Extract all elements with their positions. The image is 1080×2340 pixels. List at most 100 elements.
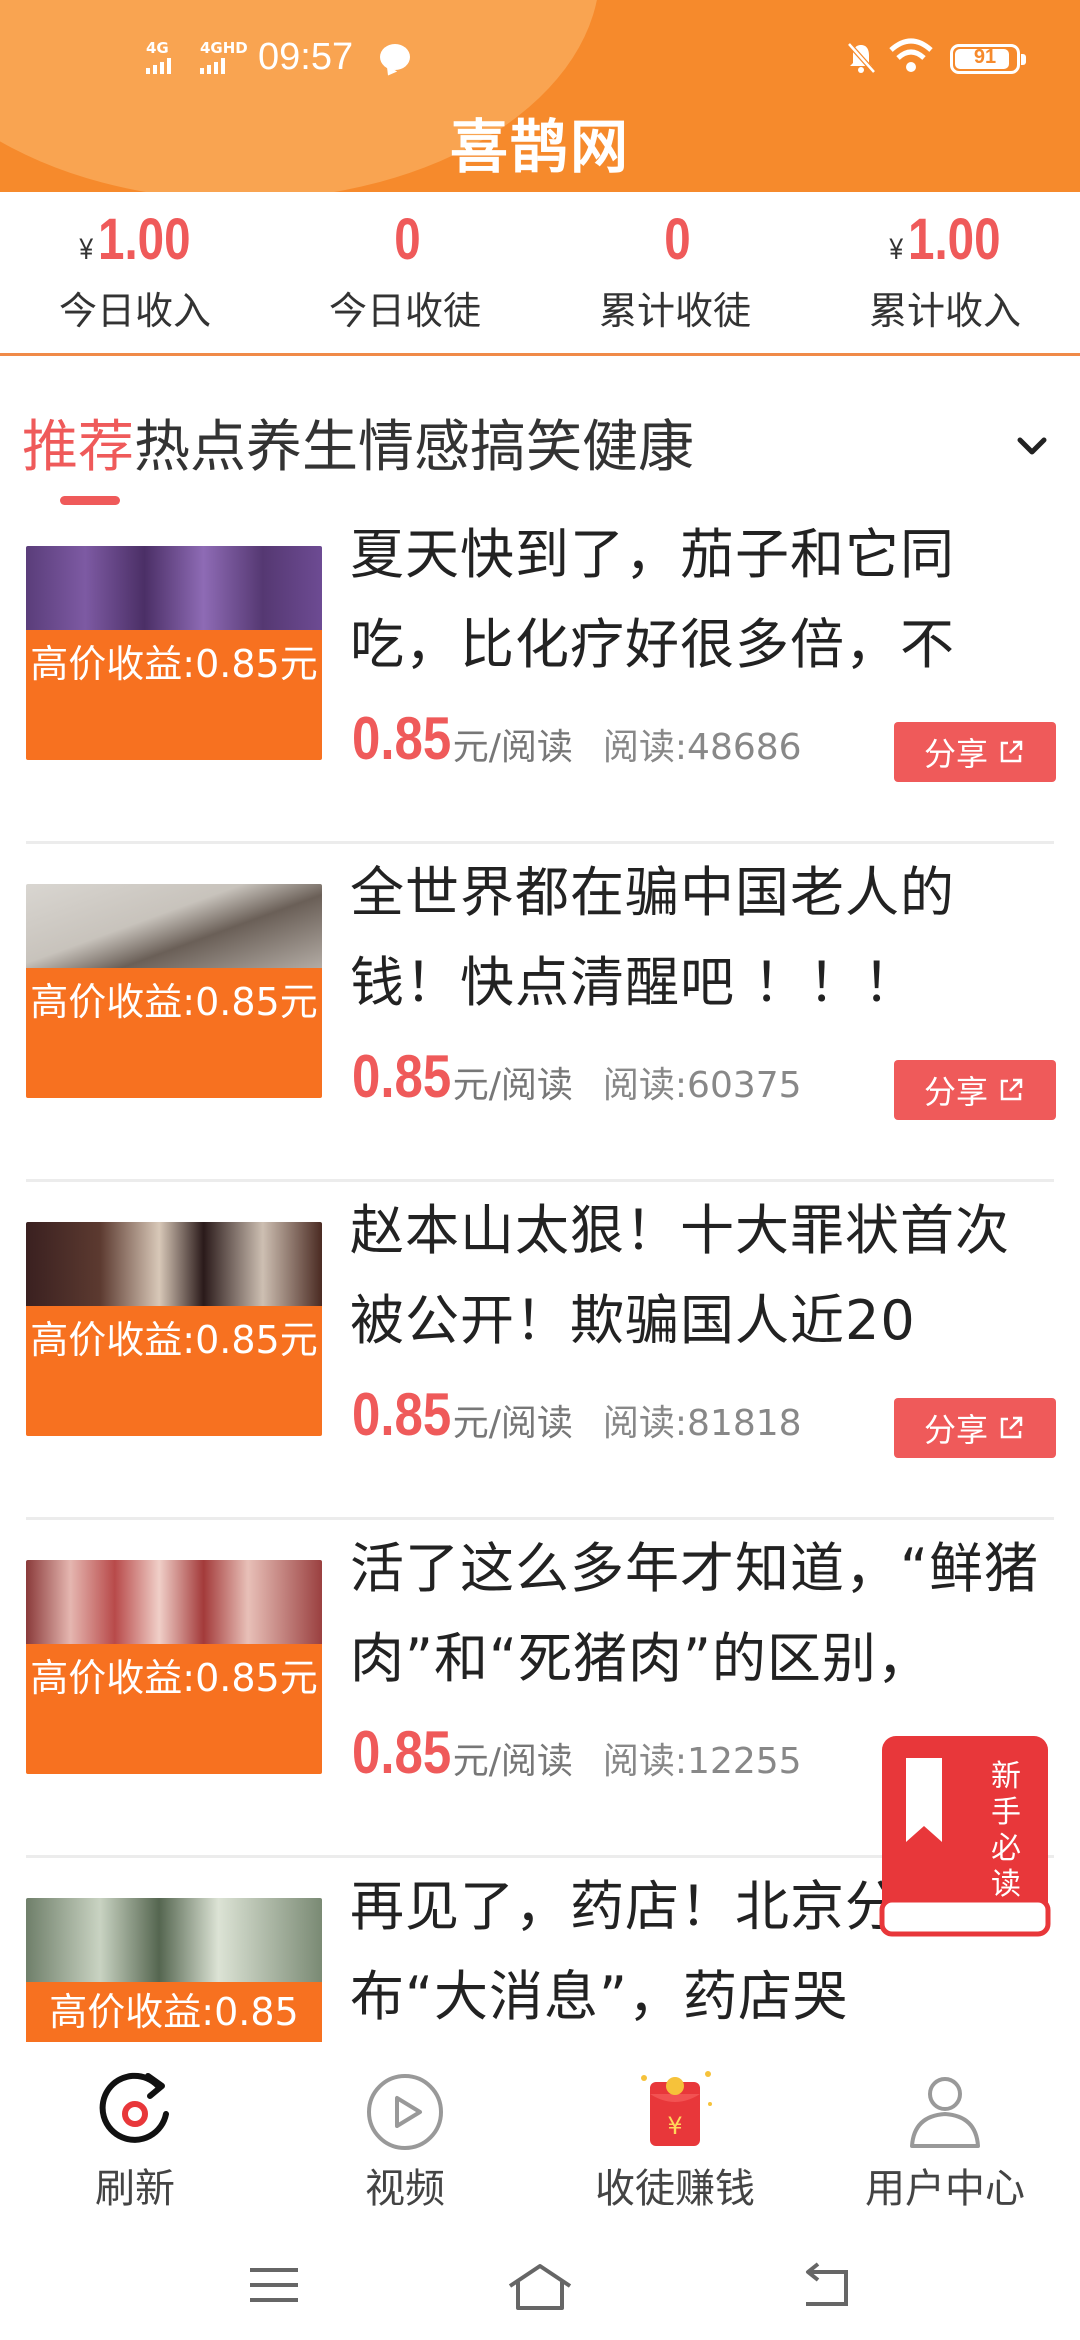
nav-refresh[interactable]: 刷新 (0, 2046, 270, 2236)
guide-char-4: 读 (991, 1867, 1021, 1902)
article-title[interactable]: 夏天快到了，茄子和它同吃，比化疗好很多倍，不 (350, 510, 1050, 700)
earning-badge: 高价收益:0.85元 (26, 1306, 322, 1436)
article-title[interactable]: 赵本山太狠！十大罪状首次被公开！欺骗国人近20 (350, 1186, 1050, 1376)
home-icon[interactable] (504, 2260, 576, 2316)
nav-label: 视频 (365, 2166, 445, 2212)
list-item[interactable]: 高价收益:0.85元 赵本山太狠！十大罪状首次被公开！欺骗国人近20 0.85 … (0, 1182, 1080, 1520)
share-button[interactable]: 分享 (894, 722, 1056, 782)
share-icon (1000, 1416, 1023, 1439)
earnings-summary: ¥1.00 今日收入 0 今日收徒 0 累计收徒 ¥1.00 累计收入 (0, 192, 1080, 356)
nav-recruit[interactable]: ¥ 收徒赚钱 (540, 2046, 810, 2236)
price-value: 0.85 (352, 1719, 452, 1786)
battery-icon: 91 (950, 44, 1026, 74)
book-icon: 新 手 必 读 (879, 1736, 1051, 1937)
stat-number: 1.00 (98, 207, 191, 272)
price-value: 0.85 (352, 705, 452, 772)
red-envelope-icon: ¥ (641, 2071, 712, 2146)
app-title: 喜鹊网 (449, 113, 630, 181)
nav-label: 收徒赚钱 (595, 2166, 755, 2212)
article-thumbnail[interactable]: 高价收益:0.85元 (26, 884, 322, 1098)
currency-symbol: ¥ (79, 233, 94, 266)
guide-char-3: 必 (991, 1831, 1021, 1866)
svg-text:¥: ¥ (667, 2112, 682, 2140)
price-unit: 元/阅读 (452, 1403, 573, 1444)
read-count: 阅读:48686 (602, 727, 802, 768)
article-thumbnail[interactable]: 高价收益:0.85元 (26, 546, 322, 760)
list-item[interactable]: 高价收益:0.85元 全世界都在骗中国老人的钱！快点清醒吧 ！！！ 0.85 元… (0, 844, 1080, 1182)
article-meta: 0.85 元/阅读 阅读:48686 (352, 704, 802, 784)
network-label-2: 4GHD (200, 39, 248, 57)
thumbnail-image (26, 1560, 322, 1650)
signal-icon (146, 58, 171, 74)
price-value: 0.85 (352, 1381, 452, 1448)
share-icon (1000, 1078, 1023, 1101)
stat-value: 0 (564, 208, 785, 272)
app-header: 4G 4GHD 09:57 91 喜鹊网 (0, 0, 1080, 192)
tab-hot[interactable]: 热点 (134, 402, 246, 483)
category-tabs: 推荐 热点 养生 情感 搞笑 健康 (0, 356, 1080, 506)
refresh-icon (99, 2072, 169, 2143)
earning-badge: 高价收益:0.85元 (26, 630, 322, 760)
message-icon (380, 44, 410, 70)
nav-label: 刷新 (95, 2166, 175, 2212)
stat-today-income[interactable]: ¥1.00 今日收入 (0, 192, 270, 353)
price-unit: 元/阅读 (452, 727, 573, 768)
article-title[interactable]: 全世界都在骗中国老人的钱！快点清醒吧 ！！！ (350, 848, 1050, 1038)
share-button[interactable]: 分享 (894, 1398, 1056, 1458)
stat-label: 今日收徒 (328, 289, 481, 333)
nav-video[interactable]: 视频 (270, 2046, 540, 2236)
stat-label: 累计收入 (868, 289, 1021, 333)
active-tab-indicator (60, 496, 120, 505)
bottom-navigation: 刷新 视频 ¥ 收徒赚钱 用户中心 (0, 2046, 1080, 2236)
share-button[interactable]: 分享 (894, 1060, 1056, 1120)
tab-funny[interactable]: 搞笑 (470, 402, 582, 483)
stat-number: 0 (394, 207, 421, 272)
stat-total-apprentices[interactable]: 0 累计收徒 (540, 192, 810, 353)
stat-number: 1.00 (908, 207, 1001, 272)
stat-label: 今日收入 (58, 289, 211, 333)
earning-badge: 高价收益:0.85元 (26, 968, 322, 1098)
stat-today-apprentices[interactable]: 0 今日收徒 (270, 192, 540, 353)
price-unit: 元/阅读 (452, 1741, 573, 1782)
price-value: 0.85 (352, 1043, 452, 1110)
guide-char-1: 新 (991, 1759, 1021, 1794)
tab-emotion[interactable]: 情感 (358, 402, 470, 483)
system-navigation-bar (0, 2236, 1080, 2340)
stat-value: ¥1.00 (24, 208, 245, 272)
nav-user-center[interactable]: 用户中心 (810, 2046, 1080, 2236)
price-unit: 元/阅读 (452, 1065, 573, 1106)
share-label: 分享 (923, 1073, 988, 1111)
battery-percent: 91 (973, 46, 997, 68)
article-meta: 0.85 元/阅读 阅读:60375 (352, 1042, 802, 1122)
article-thumbnail[interactable]: 高价收益:0.85 (26, 1898, 322, 2046)
list-item[interactable]: 高价收益:0.85元 夏天快到了，茄子和它同吃，比化疗好很多倍，不 0.85 元… (0, 506, 1080, 844)
thumbnail-image (26, 1898, 322, 1988)
read-count: 阅读:81818 (602, 1403, 802, 1444)
article-title[interactable]: 活了这么多年才知道，“鲜猪肉”和“死猪肉”的区别， (350, 1524, 1050, 1714)
newbie-guide-button[interactable]: 新 手 必 读 (878, 1732, 1054, 1940)
article-thumbnail[interactable]: 高价收益:0.85元 (26, 1222, 322, 1436)
chevron-down-icon[interactable] (1012, 426, 1052, 466)
tab-recommend[interactable]: 推荐 (22, 402, 134, 483)
clock: 09:57 (258, 36, 354, 78)
stat-value: 0 (294, 208, 515, 272)
earning-badge: 高价收益:0.85元 (26, 1644, 322, 1774)
signal-icon-2 (200, 58, 225, 74)
tab-health[interactable]: 健康 (582, 402, 694, 483)
read-count: 阅读:12255 (602, 1741, 802, 1782)
nav-label: 用户中心 (865, 2166, 1025, 2212)
thumbnail-image (26, 546, 322, 636)
share-label: 分享 (923, 735, 988, 773)
stat-total-income[interactable]: ¥1.00 累计收入 (810, 192, 1080, 353)
menu-icon[interactable] (246, 2260, 302, 2310)
article-thumbnail[interactable]: 高价收益:0.85元 (26, 1560, 322, 1774)
currency-symbol: ¥ (889, 233, 904, 266)
stat-number: 0 (664, 207, 691, 272)
tab-health-care[interactable]: 养生 (246, 402, 358, 483)
share-label: 分享 (923, 1411, 988, 1449)
back-icon[interactable] (794, 2260, 854, 2312)
guide-char-2: 手 (991, 1795, 1021, 1830)
stat-value: ¥1.00 (834, 208, 1055, 272)
thumbnail-image (26, 1222, 322, 1312)
mute-bell-icon (847, 42, 876, 74)
